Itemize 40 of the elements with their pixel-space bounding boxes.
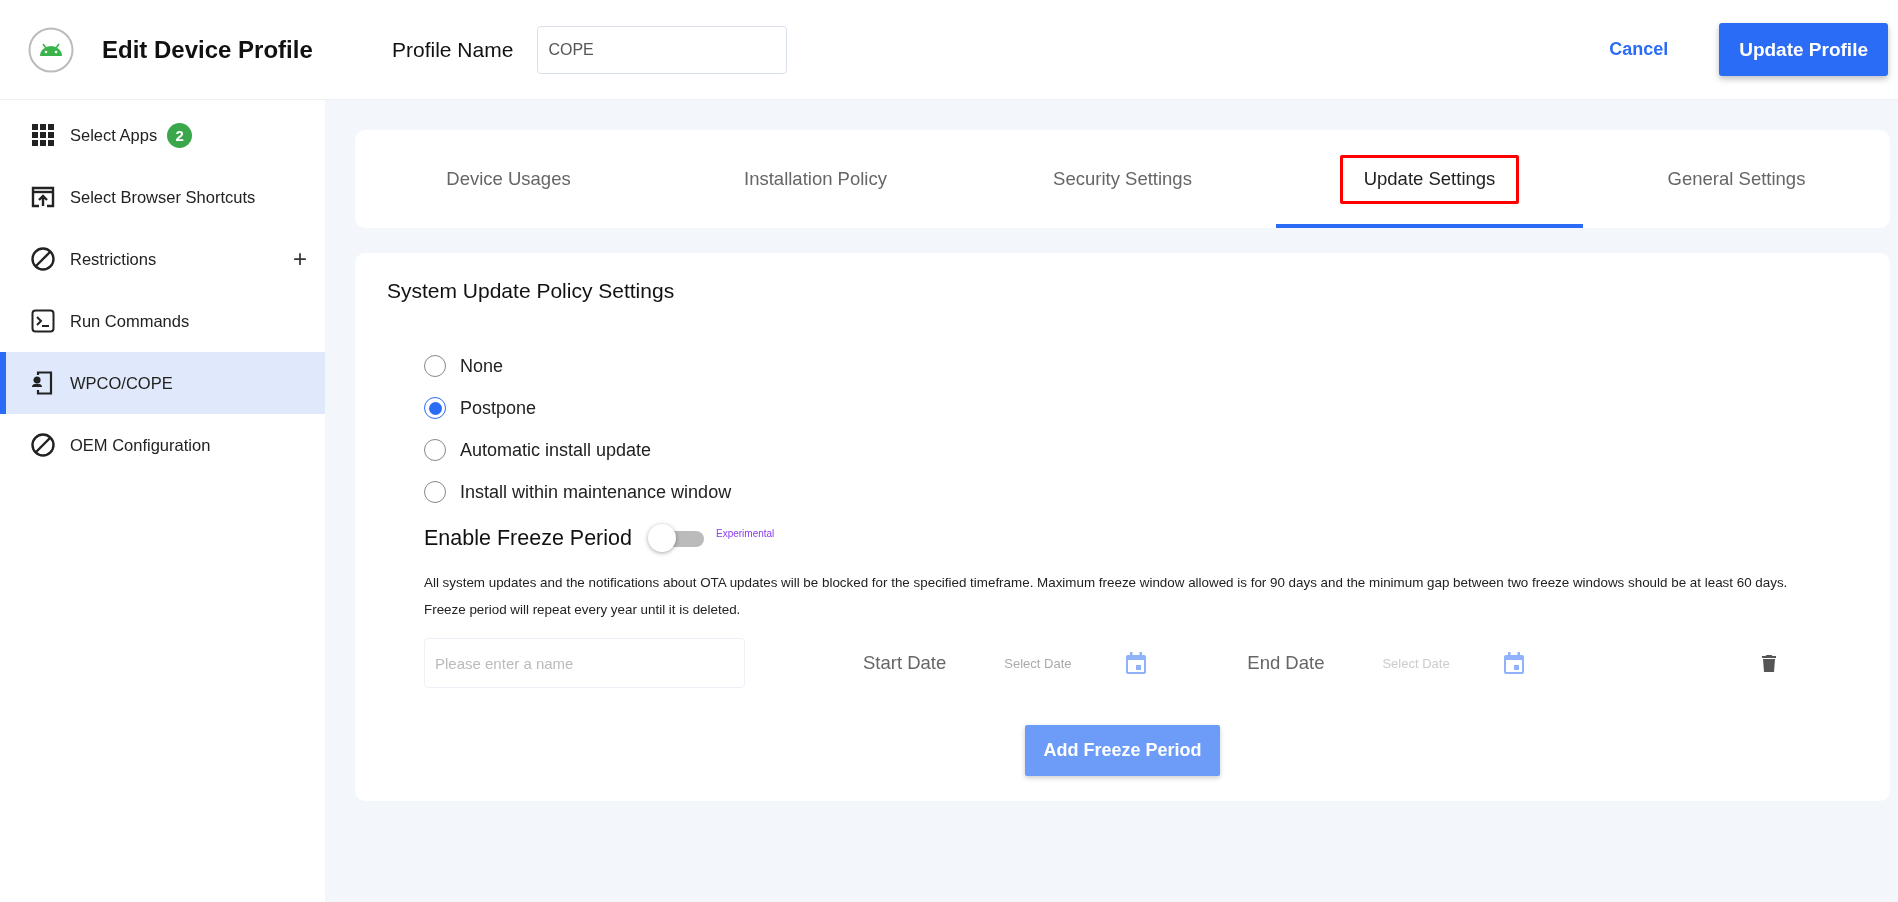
sidebar-item[interactable]: Run Commands [0, 290, 325, 352]
start-date-label: Start Date [863, 652, 947, 674]
section-title: System Update Policy Settings [387, 279, 676, 303]
update-profile-button[interactable]: Update Profile [1719, 23, 1888, 76]
tab[interactable]: Security Settings [969, 130, 1276, 228]
end-date-label: End Date [1247, 652, 1325, 674]
name-field[interactable]: Please enter a name [424, 638, 745, 688]
count-badge: 2 [167, 122, 193, 148]
android-logo [28, 26, 74, 73]
tab[interactable]: Installation Policy [662, 130, 969, 228]
page-title: Edit Device Profile [102, 35, 314, 64]
toggle-switch[interactable] [647, 524, 704, 552]
profile-name-field[interactable]: COPE [537, 25, 788, 74]
option-label: Postpone [460, 397, 537, 419]
option-label: Automatic install update [460, 439, 652, 461]
sidebar-item[interactable]: Select Browser Shortcuts [0, 166, 325, 228]
tab[interactable]: Device Usages [355, 130, 662, 228]
sidebar-item[interactable]: WPCO/COPE [0, 352, 325, 414]
grid-icon [32, 124, 54, 146]
sidebar-item[interactable]: Select Apps 2 [0, 104, 325, 166]
tab[interactable]: General Settings [1583, 130, 1890, 228]
description-text: All system updates and the notifications about OTA updates will be blocked for the specified timeframe. Maximum freeze window allowed is for 90 days and the minimum gap between two freeze windows should be at least 60 days. Freeze period will repeat every year until it is deleted. [424, 574, 1789, 619]
calendar-icon [1126, 652, 1147, 674]
delete-icon[interactable] [1762, 654, 1777, 672]
experimental-tag: Experimental [715, 527, 775, 539]
freeze-period-label: Enable Freeze Period [424, 525, 632, 551]
option-label: Install within maintenance window [460, 481, 732, 503]
phone-icon [32, 370, 54, 396]
sidebar-item[interactable]: Restrictions + [0, 228, 325, 290]
calendar-icon [1504, 652, 1525, 674]
expand-toggle[interactable]: + [293, 247, 307, 271]
cancel-button[interactable]: Cancel [1603, 38, 1675, 61]
option-label: None [460, 355, 504, 377]
upload-box-icon [31, 186, 55, 208]
sidebar-item[interactable]: OEM Configuration [0, 414, 325, 476]
block-icon [31, 433, 55, 457]
block-icon [31, 247, 55, 271]
terminal-icon [31, 309, 55, 333]
profile-name-label: Profile Name [392, 37, 514, 62]
tab[interactable]: Update Settings [1276, 130, 1583, 228]
